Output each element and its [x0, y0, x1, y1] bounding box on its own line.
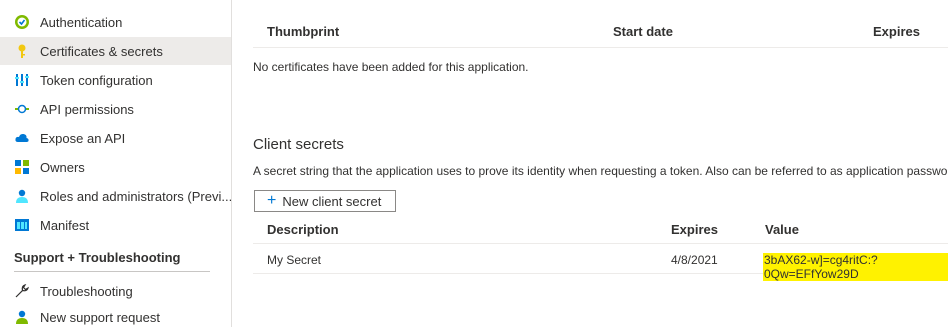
- column-header-value: Value: [765, 222, 799, 237]
- authentication-icon: [14, 14, 30, 30]
- sidebar-item-label: Manifest: [40, 217, 90, 233]
- wrench-icon: [14, 283, 30, 299]
- cloud-icon: [14, 130, 30, 146]
- sidebar-section-title: Support + Troubleshooting: [14, 248, 210, 272]
- column-header-expires: Expires: [873, 24, 920, 39]
- sidebar-item-label: API permissions: [40, 101, 134, 117]
- sidebar: Authentication Certificates & secrets To…: [0, 0, 232, 327]
- sidebar-item-label: Token configuration: [40, 72, 153, 88]
- column-header-start-date: Start date: [613, 24, 673, 39]
- sidebar-item-label: Expose an API: [40, 130, 126, 146]
- sidebar-item-label: New support request: [40, 309, 160, 325]
- secret-description: My Secret: [267, 253, 322, 267]
- plus-icon: +: [267, 192, 277, 209]
- sidebar-item-expose-an-api[interactable]: Expose an API: [0, 124, 231, 152]
- token-config-icon: [14, 72, 30, 88]
- support-person-icon: [14, 309, 30, 325]
- column-header-expires: Expires: [671, 222, 718, 237]
- secret-expires: 4/8/2021: [671, 253, 718, 267]
- sidebar-item-new-support-request[interactable]: New support request: [0, 303, 231, 327]
- new-client-secret-button[interactable]: + New client secret: [254, 190, 396, 212]
- column-header-description: Description: [267, 222, 339, 237]
- api-permissions-icon: [14, 101, 30, 117]
- owners-icon: [14, 159, 30, 175]
- sidebar-item-authentication[interactable]: Authentication: [0, 8, 231, 36]
- sidebar-item-label: Roles and administrators (Previ...: [40, 188, 231, 204]
- new-client-secret-label: New client secret: [282, 193, 382, 209]
- sidebar-item-label: Authentication: [40, 14, 123, 30]
- sidebar-item-label: Troubleshooting: [40, 283, 133, 299]
- main-content: Thumbprint Start date Expires No certifi…: [253, 0, 948, 327]
- column-header-thumbprint: Thumbprint: [267, 24, 340, 39]
- client-secrets-description: A secret string that the application use…: [253, 164, 948, 178]
- sidebar-item-troubleshooting[interactable]: Troubleshooting: [0, 277, 231, 305]
- roles-icon: [14, 188, 30, 204]
- secrets-table-header: Description Expires Value: [253, 216, 948, 244]
- sidebar-item-label: Certificates & secrets: [40, 43, 163, 59]
- client-secrets-title: Client secrets: [253, 136, 344, 153]
- sidebar-item-manifest[interactable]: Manifest: [0, 211, 231, 239]
- key-icon: [14, 43, 30, 59]
- sidebar-item-owners[interactable]: Owners: [0, 153, 231, 181]
- sidebar-item-api-permissions[interactable]: API permissions: [0, 95, 231, 123]
- sidebar-item-roles-administrators[interactable]: Roles and administrators (Previ...: [0, 182, 231, 210]
- certificates-table-header: Thumbprint Start date Expires: [253, 18, 948, 48]
- sidebar-item-certificates-secrets[interactable]: Certificates & secrets: [0, 37, 231, 65]
- secret-value[interactable]: 3bAX62-w]=cg4ritC:?0Qw=EFfYow29D: [763, 253, 948, 281]
- no-certificates-message: No certificates have been added for this…: [253, 60, 529, 74]
- table-row: My Secret 4/8/2021 3bAX62-w]=cg4ritC:?0Q…: [253, 244, 948, 281]
- sidebar-item-token-configuration[interactable]: Token configuration: [0, 66, 231, 94]
- sidebar-item-label: Owners: [40, 159, 85, 175]
- manifest-icon: [14, 217, 30, 233]
